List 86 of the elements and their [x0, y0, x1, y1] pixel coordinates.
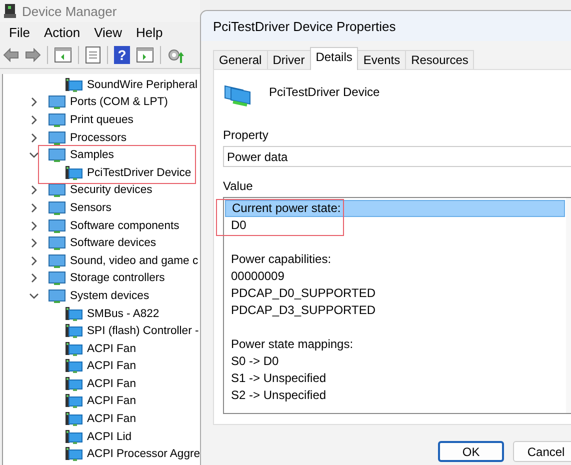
value-line[interactable]: D0 — [225, 217, 565, 234]
device-icon — [65, 376, 83, 392]
help-icon[interactable]: ? — [114, 46, 130, 64]
device-icon — [65, 393, 83, 410]
device-icon — [65, 306, 83, 322]
tree-item[interactable]: Security devices — [69, 184, 152, 196]
tree-item[interactable]: ACPI Fan — [86, 342, 136, 355]
tab[interactable]: Resources — [405, 50, 474, 69]
device-category-icon — [48, 270, 66, 286]
dialog-button[interactable]: Cancel — [513, 441, 571, 462]
tree-item[interactable]: ACPI Lid — [86, 430, 132, 443]
device-category-icon — [48, 182, 66, 198]
tab[interactable]: Details — [310, 47, 358, 70]
chevron-right-icon[interactable] — [29, 97, 39, 108]
tree-item[interactable]: ACPI Processor Aggre — [86, 448, 200, 460]
tree-item[interactable]: Processors — [69, 132, 127, 144]
dialog-button[interactable]: OK — [438, 441, 504, 462]
device-category-icon — [48, 218, 66, 234]
chevron-right-icon[interactable] — [29, 185, 39, 196]
menu-item[interactable]: File — [2, 24, 37, 40]
forward-arrow-icon[interactable] — [25, 48, 41, 62]
chevron-down-icon[interactable] — [29, 150, 39, 160]
tree-item[interactable]: ACPI Fan — [86, 395, 136, 408]
window-title: Device Manager — [22, 4, 117, 18]
tree-item[interactable]: Storage controllers — [69, 272, 165, 284]
device-category-icon — [48, 112, 66, 128]
device-category-icon — [48, 252, 66, 269]
device-icon — [65, 358, 83, 374]
properties-sheet-icon[interactable] — [85, 46, 101, 64]
device-category-icon — [48, 94, 66, 110]
field-label: Property — [223, 128, 268, 142]
device-category-icon — [48, 235, 66, 252]
tab[interactable]: General — [213, 50, 268, 69]
chevron-right-icon[interactable] — [29, 114, 39, 125]
tree-item[interactable]: Print queues — [69, 114, 134, 126]
chevron-down-icon[interactable] — [29, 290, 39, 301]
device-icon — [65, 411, 83, 428]
window-pane-icon[interactable] — [54, 47, 72, 63]
device-category-icon — [48, 200, 66, 216]
value-line[interactable]: PDCAP_D3_SUPPORTED — [225, 302, 565, 319]
tree-item[interactable]: ACPI Fan — [86, 378, 136, 390]
chevron-right-icon[interactable] — [29, 132, 39, 143]
value-line[interactable]: PDCAP_D0_SUPPORTED — [225, 285, 565, 302]
value-line[interactable]: S0 -> D0 — [225, 353, 565, 370]
menu-item[interactable]: Action — [36, 24, 88, 40]
property-dropdown[interactable]: Power data — [223, 146, 571, 167]
device-icon — [65, 323, 83, 340]
tree-item[interactable]: System devices — [69, 290, 150, 302]
tree-item[interactable]: Software devices — [69, 237, 156, 250]
back-arrow-icon[interactable] — [3, 48, 19, 62]
menu-item[interactable]: View — [87, 24, 130, 40]
chevron-right-icon[interactable] — [29, 220, 39, 231]
tree-item[interactable]: SMBus - A822 — [86, 308, 160, 320]
device-icon — [65, 164, 83, 181]
field-label: Value — [223, 179, 253, 193]
tree-item[interactable]: Sensors — [69, 202, 112, 214]
device-icon — [65, 76, 83, 93]
chevron-right-icon[interactable] — [29, 238, 39, 248]
value-line[interactable]: 00000009 — [225, 268, 565, 285]
tree-item[interactable]: Ports (COM & LPT) — [69, 96, 168, 108]
value-line[interactable]: S2 -> Unspecified — [225, 387, 565, 404]
tree-item[interactable]: Software components — [69, 220, 180, 232]
tree-item[interactable]: PciTestDriver Device — [86, 166, 192, 179]
chevron-right-icon[interactable] — [29, 202, 39, 213]
value-line[interactable]: S1 -> Unspecified — [225, 370, 565, 387]
device-name: PciTestDriver Device — [269, 84, 380, 99]
device-category-icon — [48, 147, 66, 164]
app-icon — [4, 4, 16, 18]
tree-item[interactable]: ACPI Fan — [86, 360, 136, 372]
dialog-title: PciTestDriver Device Properties — [213, 18, 396, 34]
tree-item[interactable]: ACPI Fan — [86, 413, 136, 426]
device-category-icon — [48, 130, 66, 146]
device-icon — [65, 340, 83, 357]
chevron-right-icon[interactable] — [29, 273, 39, 284]
chevron-right-icon[interactable] — [29, 256, 39, 266]
device-icon — [65, 428, 83, 445]
value-line[interactable]: Power state mappings: — [225, 336, 565, 353]
device-icon — [65, 446, 83, 462]
tree-item[interactable]: Samples — [69, 149, 114, 162]
device-category-icon — [48, 288, 66, 304]
value-line[interactable]: Power capabilities: — [225, 251, 565, 268]
tree-item[interactable]: SoundWire Peripheral — [86, 78, 198, 91]
menu-item[interactable]: Help — [129, 24, 170, 40]
tree-item[interactable]: Sound, video and game c — [69, 254, 198, 267]
tree-item[interactable]: SPI (flash) Controller - — [86, 325, 199, 338]
window-pane-icon[interactable] — [136, 47, 154, 63]
